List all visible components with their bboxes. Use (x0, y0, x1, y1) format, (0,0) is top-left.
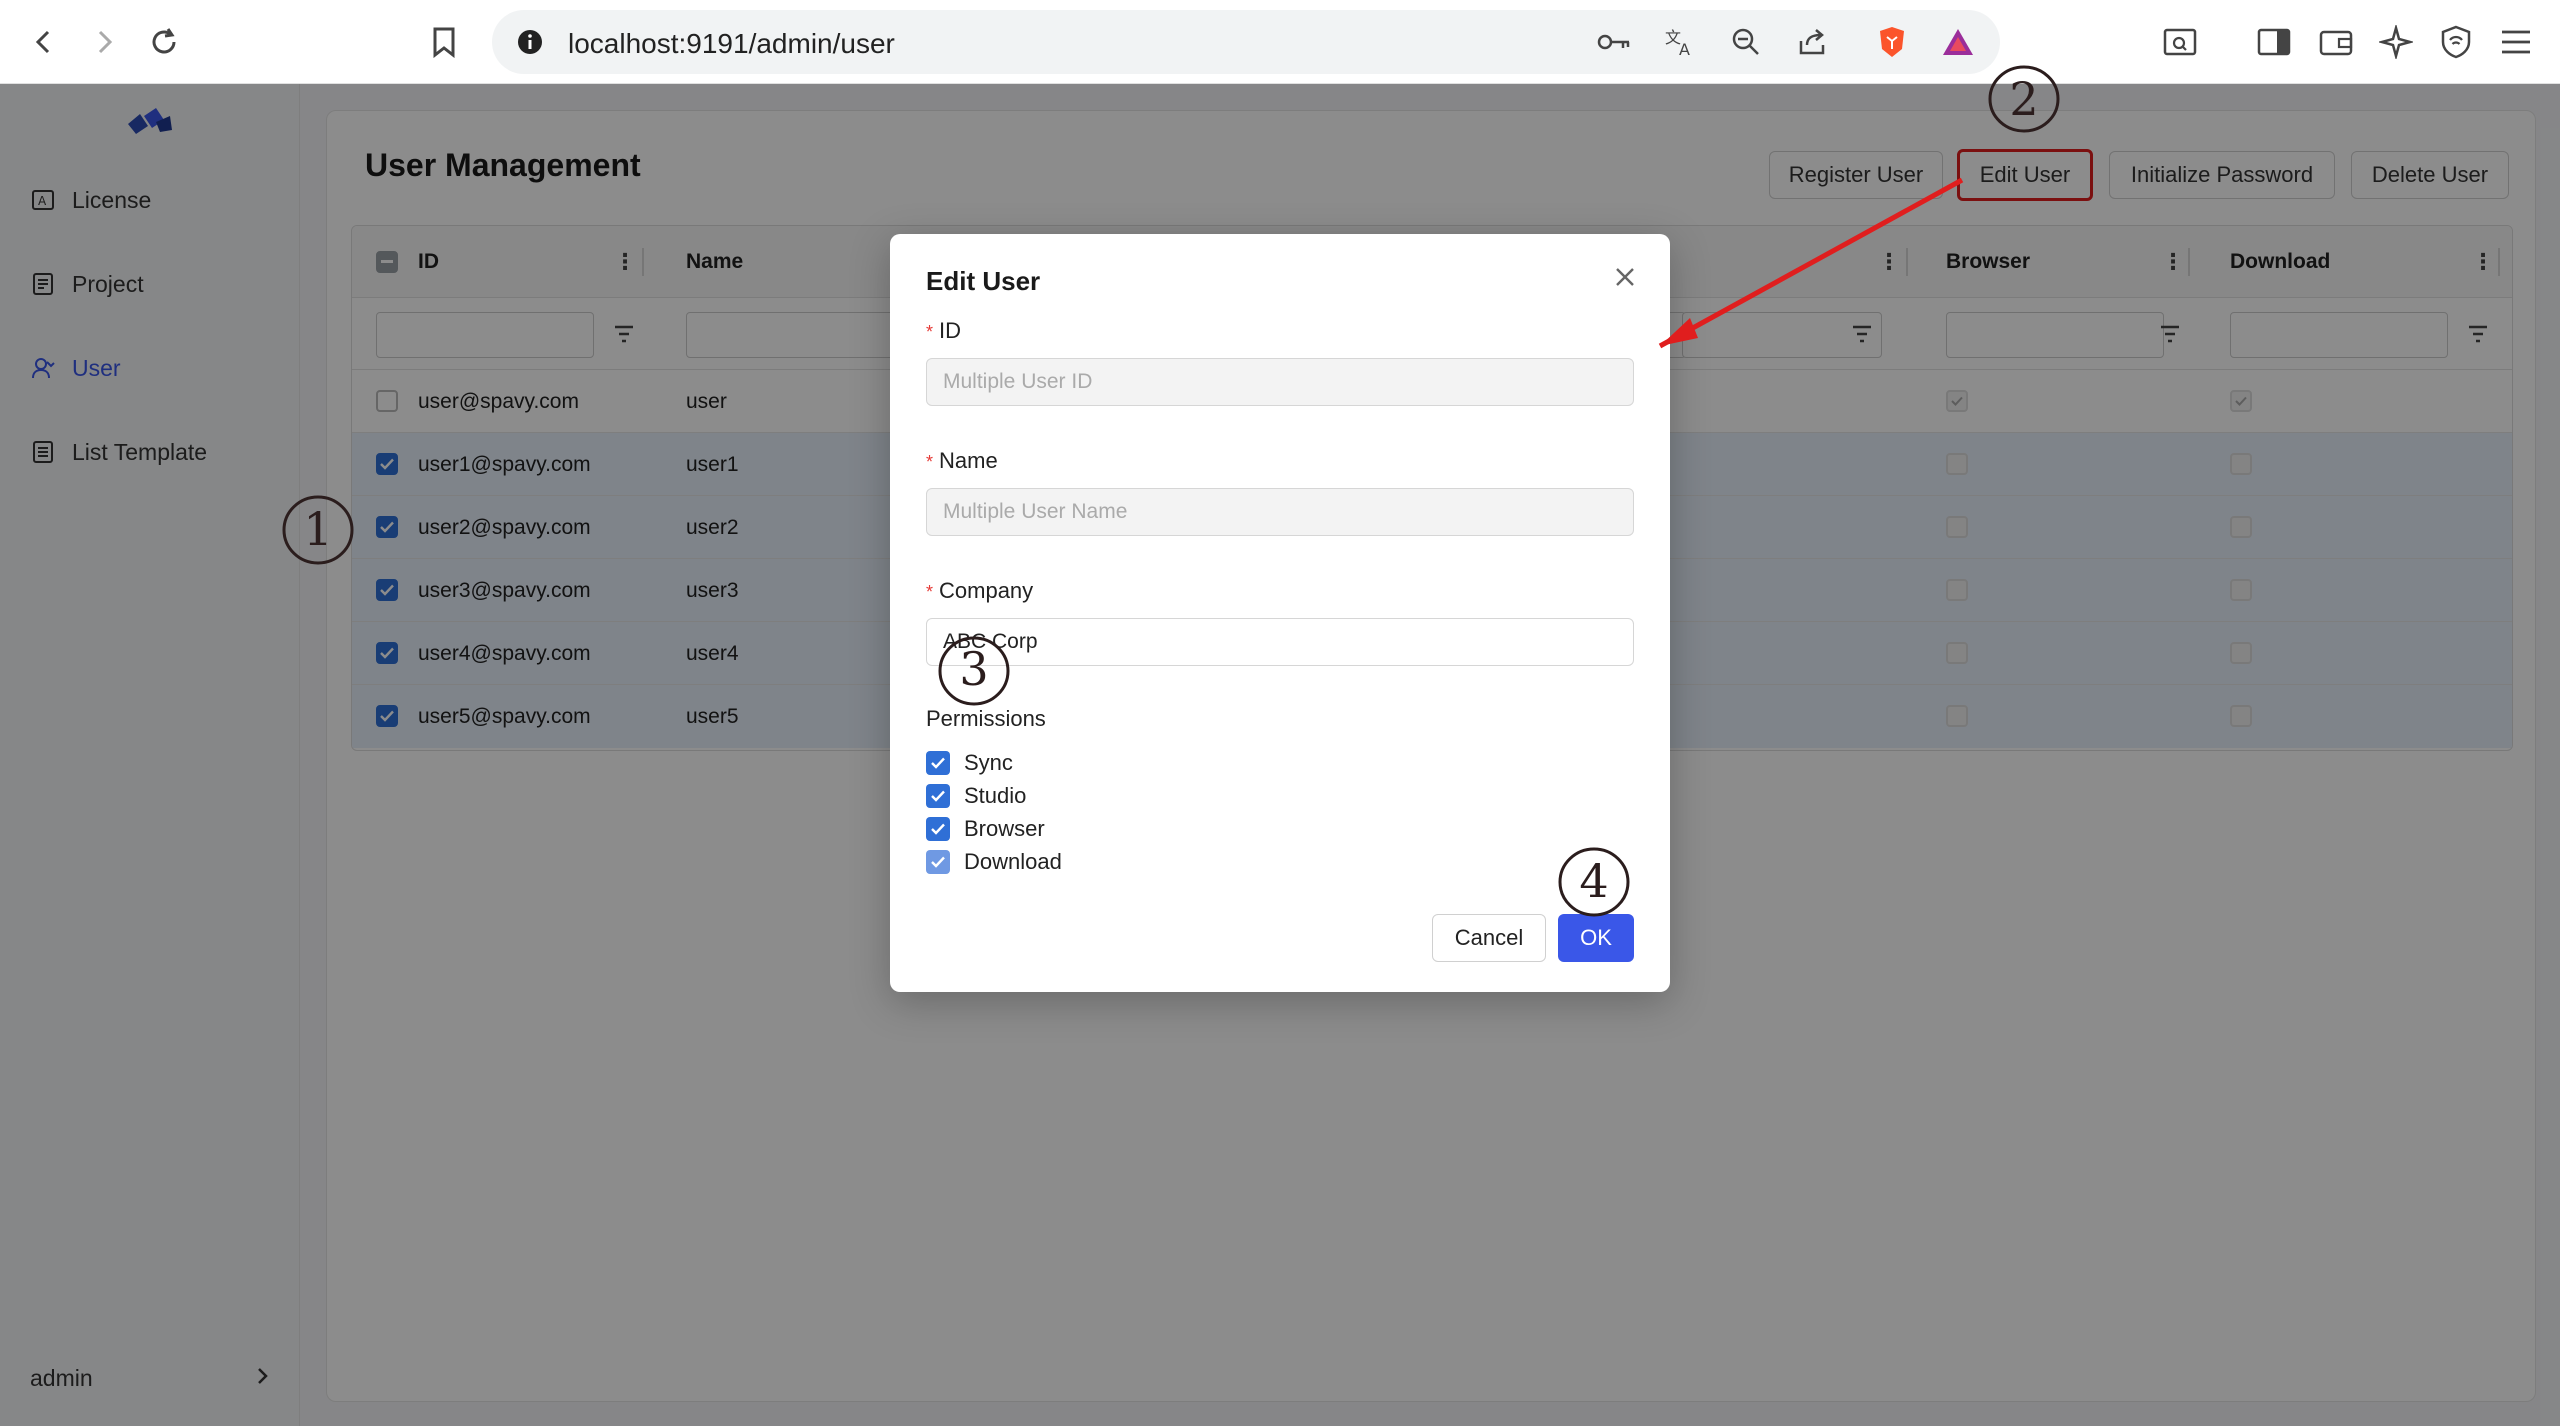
svg-text:A: A (1679, 40, 1690, 57)
id-label: * ID (926, 318, 962, 343)
permission-download[interactable]: Download (926, 847, 1062, 877)
cancel-button[interactable]: Cancel (1432, 914, 1546, 962)
permissions-label: Permissions (926, 706, 1046, 731)
download-checkbox[interactable] (926, 850, 950, 874)
permission-label: Browser (964, 816, 1045, 841)
close-icon[interactable] (1610, 262, 1640, 292)
studio-checkbox[interactable] (926, 784, 950, 808)
address-bar[interactable]: localhost:9191/admin/user 文A (492, 10, 2000, 74)
vpn-shield-icon[interactable] (2434, 20, 2478, 64)
permission-browser[interactable]: Browser (926, 814, 1045, 844)
permission-sync[interactable]: Sync (926, 748, 1013, 778)
company-label: * Company (926, 578, 1034, 603)
sync-checkbox[interactable] (926, 751, 950, 775)
permission-label: Download (964, 849, 1062, 874)
permission-label: Sync (964, 750, 1013, 775)
wallet-icon[interactable] (2314, 20, 2358, 64)
share-icon[interactable] (1794, 24, 1830, 60)
site-info-icon[interactable] (512, 24, 548, 60)
back-icon[interactable] (20, 18, 68, 66)
translate-icon[interactable]: 文A (1662, 24, 1698, 60)
name-field (926, 488, 1634, 536)
company-field[interactable] (926, 618, 1634, 666)
browser-checkbox[interactable] (926, 817, 950, 841)
zoom-out-icon[interactable] (1728, 24, 1764, 60)
password-key-icon[interactable] (1596, 24, 1632, 60)
id-field (926, 358, 1634, 406)
brave-rewards-icon[interactable] (1940, 24, 1976, 60)
ok-button[interactable]: OK (1558, 914, 1634, 962)
url-text[interactable]: localhost:9191/admin/user (568, 28, 895, 60)
sidebar-toggle-icon[interactable] (2252, 20, 2296, 64)
page-search-icon[interactable] (2158, 20, 2202, 64)
browser-toolbar: localhost:9191/admin/user 文A (0, 0, 2560, 84)
bookmark-icon[interactable] (420, 18, 468, 66)
leo-ai-icon[interactable] (2374, 20, 2418, 64)
name-label: * Name (926, 448, 998, 473)
brave-shield-icon[interactable] (1874, 24, 1910, 60)
reload-icon[interactable] (140, 18, 188, 66)
permission-studio[interactable]: Studio (926, 781, 1026, 811)
permission-label: Studio (964, 783, 1027, 808)
dialog-title: Edit User (926, 266, 1041, 296)
edit-user-dialog: Edit User *ID *Name *Company Permissions… (890, 234, 1670, 992)
forward-icon[interactable] (80, 18, 128, 66)
menu-icon[interactable] (2494, 20, 2538, 64)
